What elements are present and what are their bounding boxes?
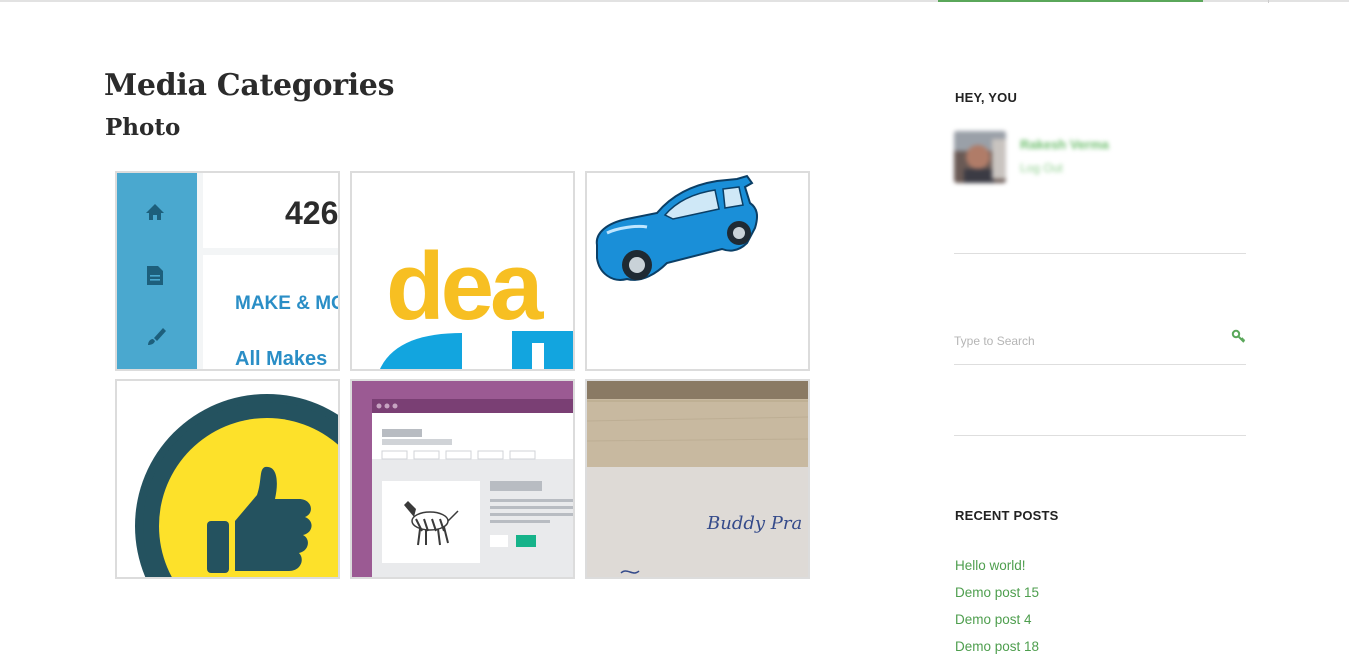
divider [954,253,1246,254]
gallery-thumb-logo[interactable]: dea [350,171,575,371]
user-widget-title: HEY, YOU [955,90,1018,105]
recent-posts-list: Hello world! Demo post 15 Demo post 4 De… [955,552,1039,660]
gallery-thumb-thumbs-up[interactable] [115,379,340,579]
gallery-thumb-dashboard[interactable]: 426 MAKE & MO All Makes [115,171,340,371]
document-icon [147,266,163,285]
recent-post-link[interactable]: Hello world! [955,558,1026,573]
recent-posts-title: RECENT POSTS [955,508,1059,523]
user-name-link[interactable]: Rakesh Verma [1020,137,1109,152]
handwriting-text: Buddy Pra [706,513,802,534]
gallery-thumb-car[interactable] [585,171,810,371]
page-title: Media Categories [104,68,395,103]
stat-number: 426 [285,195,338,231]
top-divider-tick [1268,0,1269,3]
gallery-thumb-browser[interactable] [350,379,575,579]
search-input[interactable] [954,328,1224,354]
svg-text:All Makes: All Makes [235,348,327,369]
divider [954,435,1246,436]
recent-post-link[interactable]: Demo post 15 [955,585,1039,600]
sidebar: HEY, YOU Rakesh Verma Log Out RECENT POS… [954,0,1248,654]
recent-post-link[interactable]: Demo post 18 [955,639,1039,654]
list-item: Demo post 18 [955,633,1039,660]
logout-link[interactable]: Log Out [1020,161,1063,175]
search-key-icon[interactable] [1230,328,1248,346]
svg-text:dea: dea [386,233,544,340]
photo-gallery: 426 MAKE & MO All Makes dea Buddy Pra [115,171,811,579]
main-content: Media Categories Photo [104,66,824,144]
category-title: Photo [105,114,181,141]
avatar[interactable] [954,131,1006,183]
search-underline [954,364,1246,365]
gallery-thumb-note[interactable]: Buddy Pra [585,379,810,579]
svg-text:MAKE & MO: MAKE & MO [235,293,338,314]
list-item: Demo post 4 [955,606,1039,633]
list-item: Demo post 15 [955,579,1039,606]
recent-post-link[interactable]: Demo post 4 [955,612,1032,627]
list-item: Hello world! [955,552,1039,579]
